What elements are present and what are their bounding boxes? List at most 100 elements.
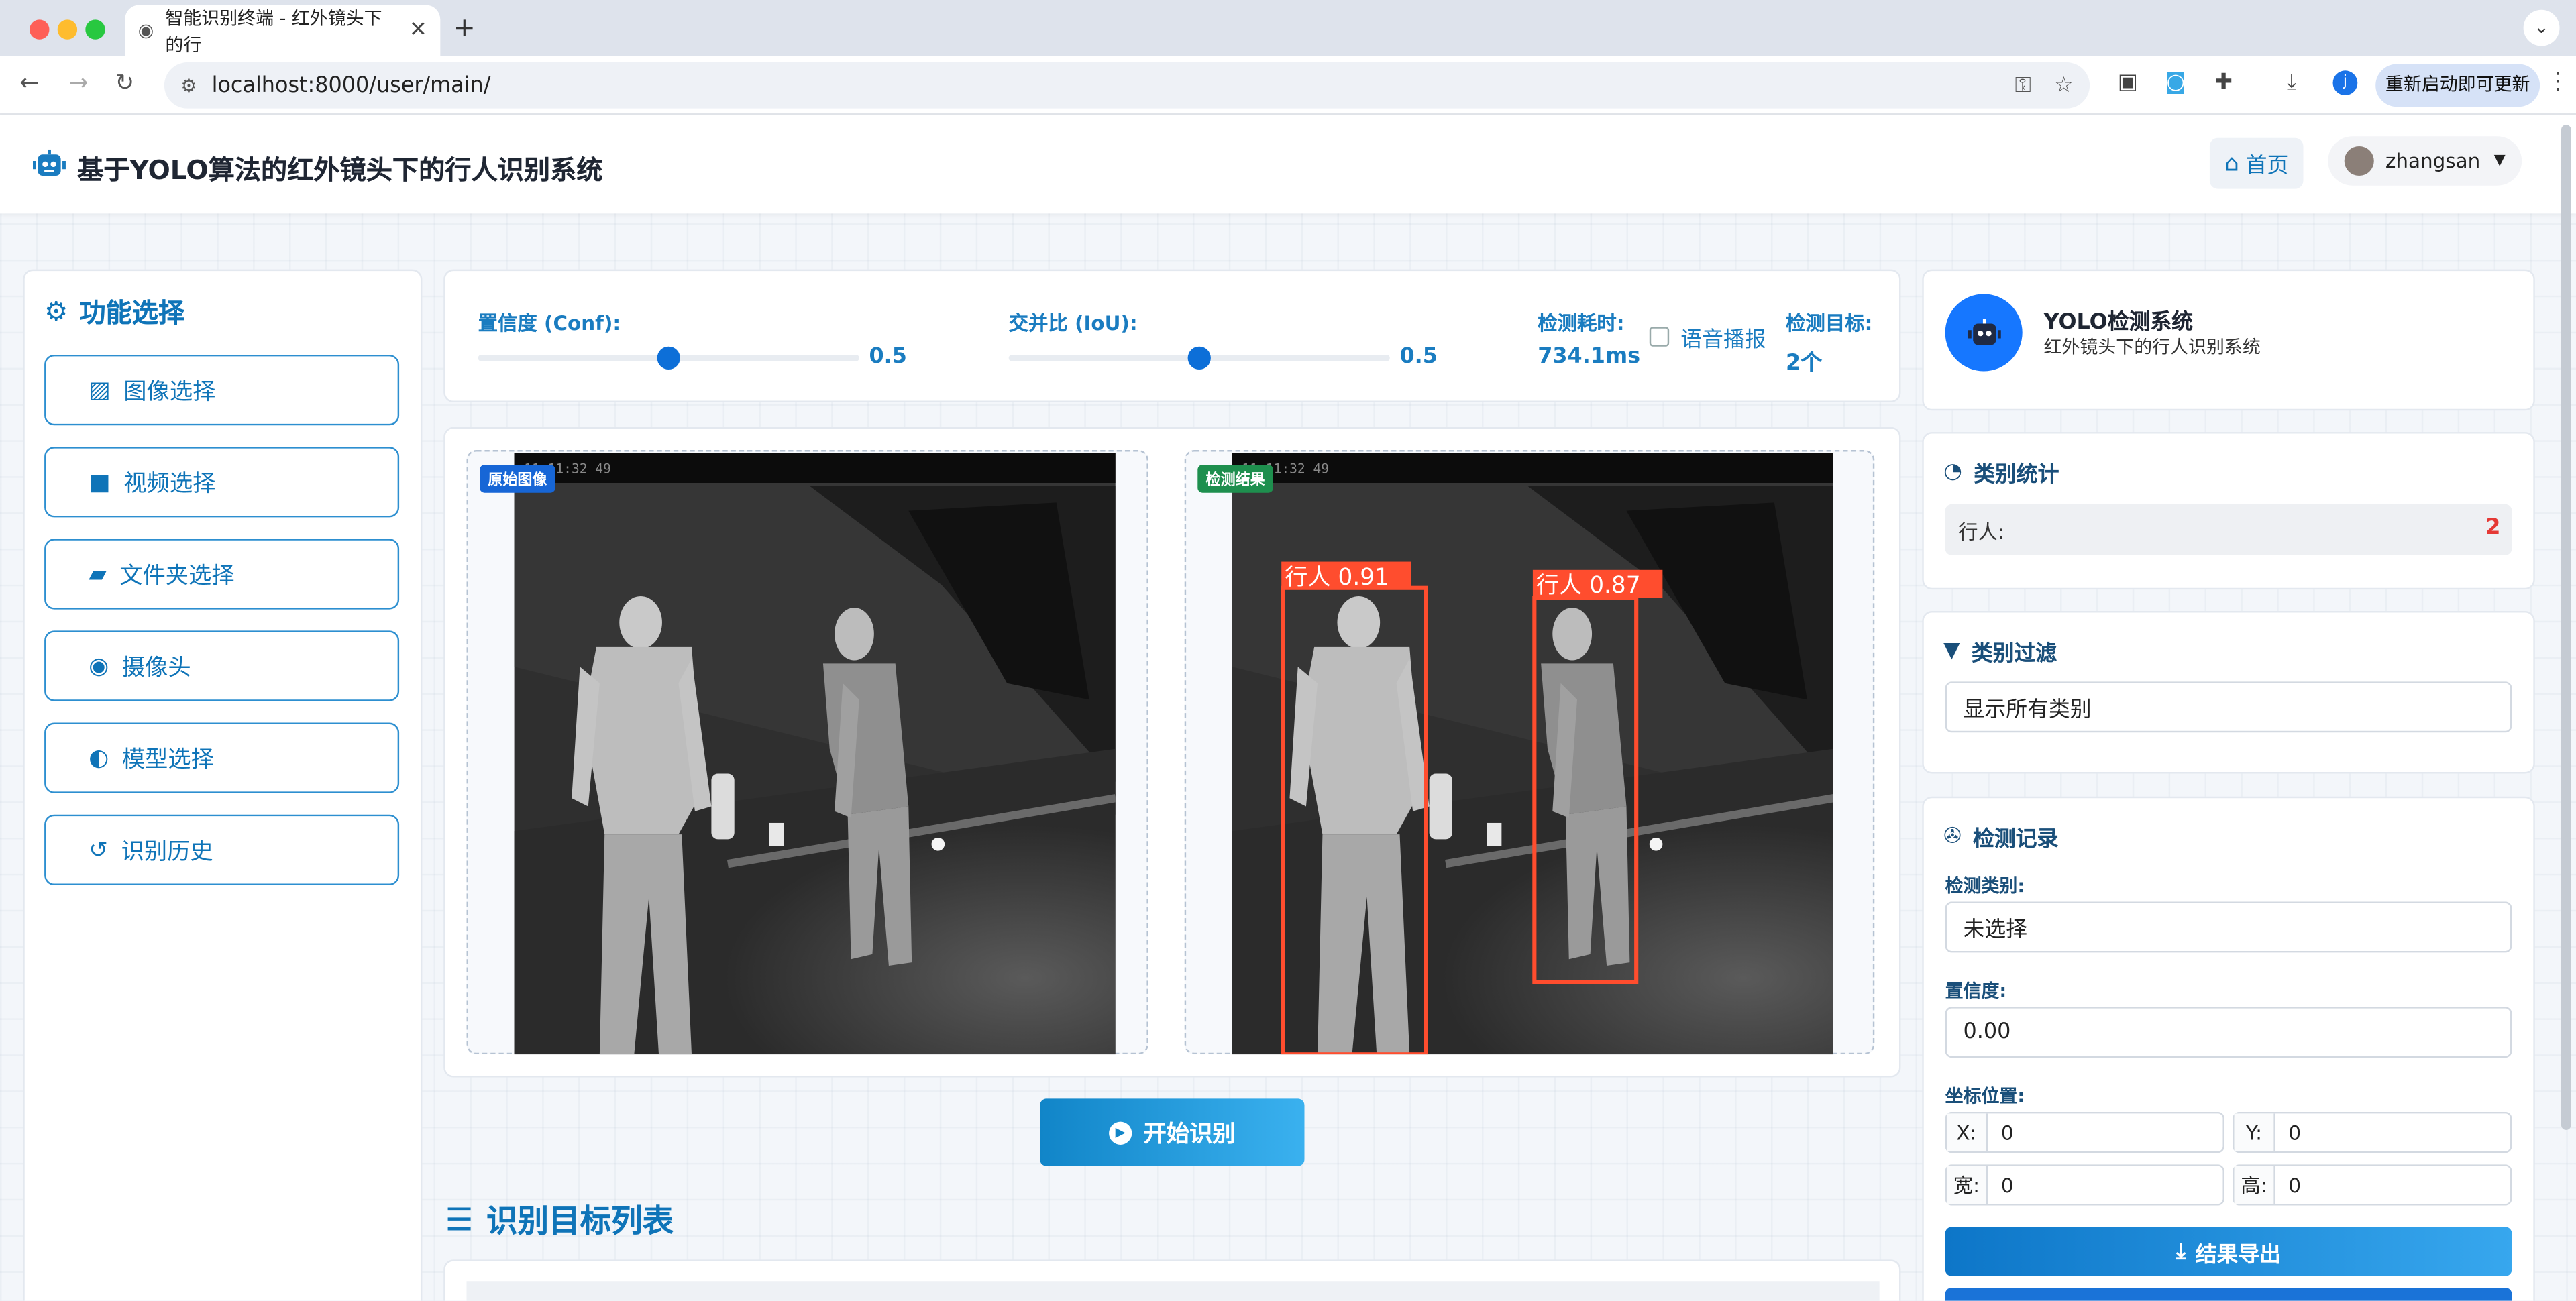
image-select-button[interactable]: ▨ 图像选择 bbox=[44, 354, 400, 426]
menu-item-label: 文件夹选择 bbox=[119, 562, 235, 589]
menu-item-label: 模型选择 bbox=[121, 746, 214, 773]
robot-extension-icon[interactable]: ◙ bbox=[2165, 70, 2186, 95]
browser-tab[interactable]: ◉ 智能识别终端 - 红外镜头下的行 ✕ bbox=[125, 5, 441, 56]
detection-controls: 置信度 (Conf): 0.5 交并比 (IoU): 0.5 检测耗时: 734… bbox=[443, 269, 1901, 402]
menu-item-label: 识别历史 bbox=[121, 838, 213, 865]
app-header: 基于YOLO算法的红外镜头下的行人识别系统 ⌂ 首页 zhangsan ▼ bbox=[0, 115, 2576, 214]
browser-tab-bar: ◉ 智能识别终端 - 红外镜头下的行 ✕ + ⌄ bbox=[0, 0, 2576, 56]
record-class-label: 检测类别: bbox=[1945, 875, 2025, 897]
target-list-title: ☰ 识别目标列表 bbox=[445, 1197, 674, 1241]
target-value: 2个 bbox=[1786, 351, 1823, 376]
record-gauge-icon: ✇ bbox=[1943, 824, 1962, 850]
start-detection-button[interactable]: ▶ 开始识别 bbox=[1040, 1098, 1305, 1166]
caret-down-icon: ▼ bbox=[2493, 152, 2506, 170]
coord-h-value: 0 bbox=[2288, 1173, 2302, 1197]
model-select-button[interactable]: ◐ 模型选择 bbox=[44, 722, 400, 793]
download-icon[interactable]: ⤓ bbox=[2287, 70, 2296, 95]
history-icon: ↺ bbox=[89, 836, 108, 863]
coord-y-value: 0 bbox=[2288, 1121, 2302, 1144]
robot-avatar-icon bbox=[1945, 294, 2023, 372]
record-conf-field[interactable]: 0.00 bbox=[1945, 1007, 2512, 1058]
record-coord-label: 坐标位置: bbox=[1945, 1085, 2025, 1107]
stats-row: 行人: 2 bbox=[1945, 504, 2512, 555]
reload-icon[interactable]: ↻ bbox=[115, 70, 134, 97]
back-icon[interactable]: ← bbox=[19, 70, 39, 97]
class-filter-select[interactable]: 显示所有类别 bbox=[1945, 681, 2512, 733]
app-root: 基于YOLO算法的红外镜头下的行人识别系统 ⌂ 首页 zhangsan ▼ ⚙ … bbox=[0, 115, 2576, 1301]
time-label: 检测耗时: bbox=[1538, 312, 1625, 335]
coord-h-field[interactable]: 高: 0 bbox=[2233, 1164, 2512, 1206]
page-scrollbar[interactable] bbox=[2561, 125, 2571, 1130]
record-class-field[interactable]: 未选择 bbox=[1945, 901, 2512, 953]
menu-item-label: 摄像头 bbox=[121, 654, 191, 681]
detection-label: 行人 0.91 bbox=[1285, 564, 1389, 591]
voice-label[interactable]: 语音播报 bbox=[1680, 322, 1766, 353]
minimize-window-button[interactable] bbox=[57, 19, 78, 40]
result-thermal-image: 11:11:32 49 行人 0.91 行人 0.87 bbox=[1232, 453, 1834, 1055]
iou-slider[interactable] bbox=[1008, 346, 1390, 370]
start-label: 开始识别 bbox=[1143, 1121, 1236, 1147]
extension-app-icon[interactable]: ▣ bbox=[2118, 70, 2138, 95]
detection-record-card: ✇ 检测记录 检测类别: 未选择 置信度: 0.00 坐标位置: X: 0 Y: 0… bbox=[1922, 796, 2535, 1301]
iou-value: 0.5 bbox=[1399, 345, 1438, 370]
conf-label: 置信度 (Conf): bbox=[478, 312, 621, 335]
target-list-table bbox=[443, 1259, 1901, 1301]
relaunch-update-button[interactable]: 重新启动即可更新 bbox=[2375, 64, 2540, 107]
profile-avatar[interactable]: j bbox=[2332, 70, 2358, 96]
more-menu-icon[interactable]: ⋮ bbox=[2546, 69, 2569, 95]
page-title: 基于YOLO算法的红外镜头下的行人识别系统 bbox=[77, 154, 603, 186]
export-label: 结果导出 bbox=[2195, 1242, 2282, 1267]
secondary-action-button[interactable] bbox=[1945, 1288, 2512, 1301]
key-icon[interactable]: ⚿ bbox=[2015, 73, 2031, 98]
chevron-down-icon[interactable]: ⌄ bbox=[2523, 9, 2560, 46]
gear-icon: ⚙ bbox=[44, 294, 68, 327]
history-button[interactable]: ↺ 识别历史 bbox=[44, 814, 400, 885]
voice-checkbox[interactable] bbox=[1649, 327, 1670, 347]
site-info-icon[interactable]: ⚙ bbox=[180, 74, 197, 96]
original-image: 11:11:32 49 bbox=[514, 453, 1116, 1055]
camera-button[interactable]: ◉ 摄像头 bbox=[44, 630, 400, 701]
coord-w-value: 0 bbox=[2000, 1173, 2014, 1197]
system-info-card: YOLO检测系统 红外镜头下的行人识别系统 bbox=[1922, 269, 2535, 411]
video-select-button[interactable]: ■ 视频选择 bbox=[44, 447, 400, 518]
coord-y-field[interactable]: Y: 0 bbox=[2233, 1111, 2512, 1153]
new-tab-icon[interactable]: + bbox=[453, 11, 476, 43]
forward-icon[interactable]: → bbox=[69, 70, 89, 97]
coord-y-label: Y: bbox=[2234, 1113, 2275, 1151]
menu-item-label: 图像选择 bbox=[123, 378, 216, 405]
coord-w-field[interactable]: 宽: 0 bbox=[1945, 1164, 2224, 1206]
address-bar[interactable]: ⚙ localhost:8000/user/main/ ⚿ ☆ bbox=[164, 62, 2090, 109]
result-image: 11:11:32 49 行人 0.91 行人 0.87 bbox=[1232, 453, 1834, 1055]
list-icon: ☰ bbox=[445, 1201, 474, 1238]
puzzle-icon[interactable]: ✚ bbox=[2214, 70, 2233, 95]
home-button[interactable]: ⌂ 首页 bbox=[2209, 137, 2304, 189]
function-menu: ⚙ 功能选择 ▨ 图像选择 ■ 视频选择 ▰ 文件夹选择 ◉ 摄像头 ◐ 模型选择 ↺ 识别… bbox=[23, 269, 423, 1301]
export-results-button[interactable]: ⤓ 结果导出 bbox=[1945, 1227, 2512, 1276]
close-window-button[interactable] bbox=[30, 19, 50, 40]
bookmark-star-icon[interactable]: ☆ bbox=[2054, 73, 2074, 98]
video-icon: ■ bbox=[89, 469, 111, 496]
conf-slider[interactable] bbox=[478, 346, 859, 370]
stats-row-count: 2 bbox=[2485, 515, 2501, 541]
filter-icon: ▼ bbox=[1943, 638, 1960, 664]
tab-close-icon[interactable]: ✕ bbox=[409, 18, 427, 43]
stats-title: ◔ 类别统计 bbox=[1943, 457, 2059, 488]
home-icon: ⌂ bbox=[2224, 150, 2239, 177]
maximize-window-button[interactable] bbox=[85, 19, 105, 40]
home-label: 首页 bbox=[2245, 154, 2289, 179]
original-thermal-image: 11:11:32 49 bbox=[514, 453, 1116, 1055]
folder-select-button[interactable]: ▰ 文件夹选择 bbox=[44, 539, 400, 610]
iou-slider-thumb[interactable] bbox=[1187, 346, 1211, 370]
menu-item-label: 视频选择 bbox=[123, 470, 216, 497]
record-conf-label: 置信度: bbox=[1945, 980, 2007, 1002]
result-image-panel: 11:11:32 49 行人 0.91 行人 0.87 检测结果 bbox=[1184, 450, 1875, 1055]
robot-icon bbox=[1967, 319, 2000, 345]
menu-title: ⚙ 功能选择 bbox=[44, 290, 184, 330]
conf-slider-thumb[interactable] bbox=[657, 346, 680, 370]
result-image-badge: 检测结果 bbox=[1197, 465, 1273, 493]
class-stats-card: ◔ 类别统计 行人: 2 bbox=[1922, 432, 2535, 590]
user-menu-button[interactable]: zhangsan ▼ bbox=[2328, 136, 2522, 186]
image-preview-card: 11:11:32 49 原始图像 11:11:32 49 行人 0.91 行人 … bbox=[443, 427, 1901, 1078]
coord-x-field[interactable]: X: 0 bbox=[1945, 1111, 2224, 1153]
url-text[interactable]: localhost:8000/user/main/ bbox=[212, 73, 491, 98]
